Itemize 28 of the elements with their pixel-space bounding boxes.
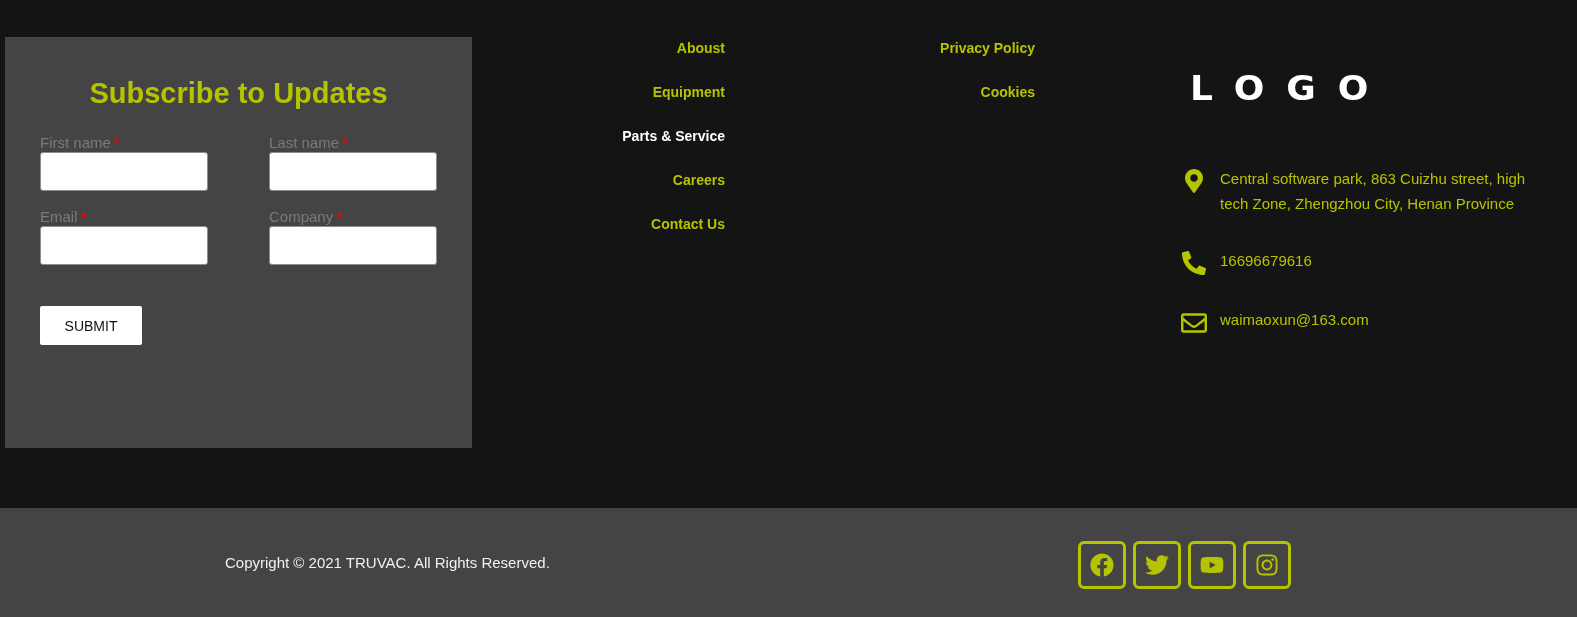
submit-button[interactable]: SUBMIT bbox=[40, 306, 142, 345]
nav-link[interactable]: Parts & Service bbox=[622, 128, 725, 145]
map-pin-icon bbox=[1182, 169, 1206, 193]
facebook-icon bbox=[1090, 552, 1114, 577]
nav-link[interactable]: Privacy Policy bbox=[940, 40, 1035, 57]
logo: LOGO bbox=[1190, 71, 1391, 107]
social-button[interactable] bbox=[1243, 540, 1291, 589]
contact-text: waimaoxun@163.com bbox=[1220, 310, 1369, 330]
twitter-icon bbox=[1145, 552, 1169, 577]
contact-text: Central software park, 863 Cuizhu street, high tech Zone, Zhengzhou City, Henan Province bbox=[1220, 169, 1527, 214]
nav-link[interactable]: Equipment bbox=[652, 84, 725, 101]
input-field[interactable] bbox=[40, 152, 208, 191]
social-button[interactable] bbox=[1188, 540, 1236, 589]
social-button[interactable] bbox=[1133, 540, 1181, 589]
contact-text: 16696679616 bbox=[1220, 251, 1312, 271]
input-field[interactable] bbox=[269, 226, 437, 265]
social-button[interactable] bbox=[1078, 540, 1126, 589]
input-field[interactable] bbox=[269, 152, 437, 191]
instagram-icon bbox=[1255, 552, 1279, 577]
nav-link[interactable]: Contact Us bbox=[651, 216, 725, 233]
nav-link[interactable]: Cookies bbox=[980, 84, 1035, 101]
copyright-text: Copyright © 2021 TRUVAC. All Rights Reserved. bbox=[225, 554, 551, 571]
input-field[interactable] bbox=[40, 226, 208, 265]
envelope-icon bbox=[1181, 310, 1207, 336]
nav-link[interactable]: Aboust bbox=[676, 40, 725, 57]
subscribe-heading: Subscribe to Updates bbox=[89, 76, 388, 111]
nav-link[interactable]: Careers bbox=[672, 172, 725, 189]
phone-icon bbox=[1182, 251, 1206, 275]
